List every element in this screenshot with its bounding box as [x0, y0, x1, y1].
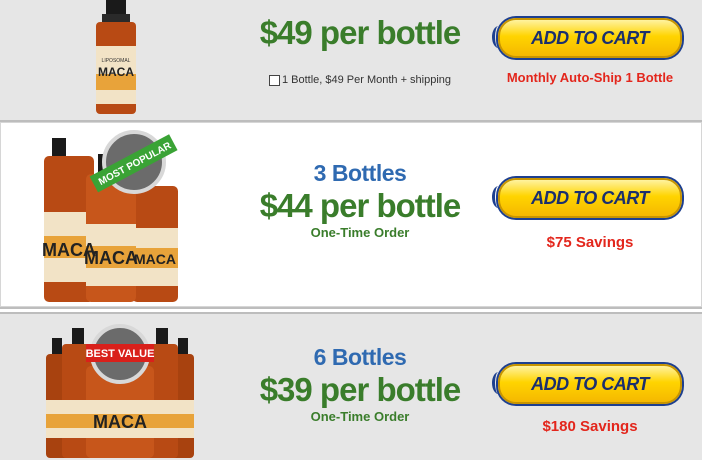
bundle-quantity: 3 Bottles — [313, 160, 407, 186]
most-popular-badge: MOST POPULAR — [89, 130, 178, 194]
bundle-quantity: 6 Bottles — [313, 344, 407, 370]
label-brand: LIPOSOMAL — [102, 58, 131, 64]
label-maca-front: MACA — [93, 412, 147, 432]
savings-note: $75 Savings — [546, 234, 634, 251]
add-to-cart-button-3[interactable]: ADD TO CART — [492, 178, 682, 218]
label-maca: MACA — [98, 65, 134, 79]
autoship-note: Monthly Auto-Ship 1 Bottle — [506, 70, 674, 85]
add-to-cart-label: ADD TO CART — [531, 187, 649, 208]
label-maca-right: MACA — [134, 251, 176, 267]
product-image-6-bottles: MACA BEST VALUE — [46, 324, 194, 458]
autoship-option[interactable]: 1 Bottle, $49 Per Month + shipping — [240, 74, 480, 86]
offer-row-1-bottle: LIPOSOMAL MACA $49 per bottle 1 Bottle, … — [0, 0, 702, 122]
price-per-bottle: $44 per bottle — [259, 187, 462, 224]
autoship-option-label: 1 Bottle, $49 Per Month + shipping — [281, 74, 452, 86]
add-to-cart-label: ADD TO CART — [531, 27, 649, 48]
add-to-cart-label: ADD TO CART — [531, 373, 649, 394]
price-per-bottle: $49 per bottle — [259, 14, 462, 51]
offer-row-6-bottles: MACA BEST VALUE 6 Bottles $39 per bottle… — [0, 312, 702, 460]
badge-text: BEST VALUE — [86, 348, 155, 360]
add-to-cart-button-6[interactable]: ADD TO CART — [492, 364, 682, 404]
savings-note: $180 Savings — [542, 418, 638, 435]
order-type: One-Time Order — [310, 225, 410, 240]
checkbox-icon[interactable] — [268, 74, 280, 86]
order-type: One-Time Order — [310, 409, 410, 424]
price-per-bottle: $39 per bottle — [259, 371, 462, 408]
product-image-1-bottle: LIPOSOMAL MACA — [96, 0, 136, 114]
label-maca-front: MACA — [84, 248, 138, 268]
add-to-cart-button-1[interactable]: ADD TO CART — [492, 18, 682, 58]
offer-row-3-bottles: MACA MACA MACA MOST POPULAR 3 Bottles $4… — [0, 122, 702, 309]
product-image-3-bottles: MACA MACA MACA MOST POPULAR — [42, 130, 178, 302]
